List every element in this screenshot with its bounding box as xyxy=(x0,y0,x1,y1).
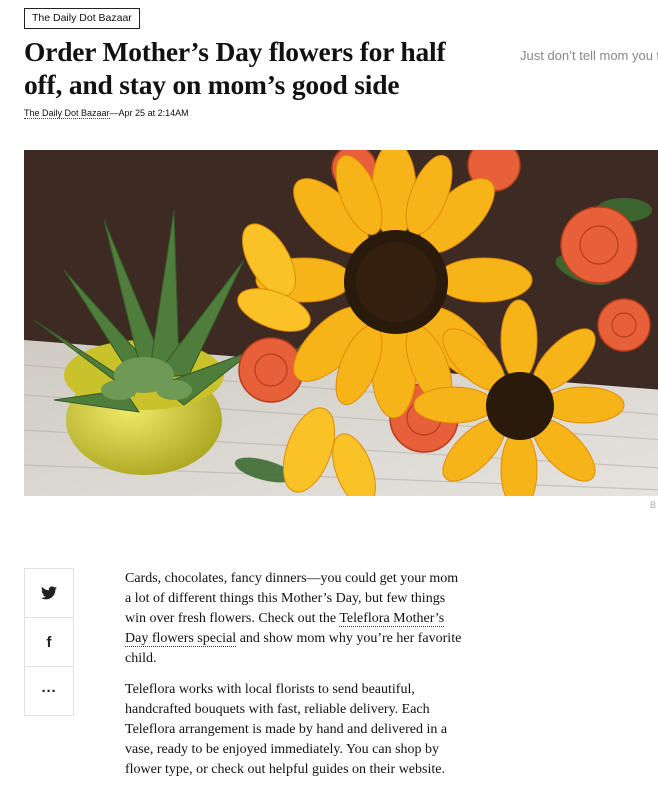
section-tag[interactable]: The Daily Dot Bazaar xyxy=(24,8,140,29)
twitter-share-button[interactable] xyxy=(25,569,73,618)
headline: Order Mother’s Day flowers for half off,… xyxy=(24,36,446,100)
byline-author[interactable]: The Daily Dot Bazaar xyxy=(24,108,110,119)
article-paragraph: Cards, chocolates, fancy dinners—you cou… xyxy=(125,569,465,669)
more-share-button[interactable]: ··· xyxy=(25,667,73,715)
share-bar: f ··· xyxy=(24,568,74,716)
byline-separator: — xyxy=(109,108,119,118)
byline: The Daily Dot Bazaar—Apr 25 at 2:14AM xyxy=(24,108,189,119)
hero-image xyxy=(24,150,658,496)
image-credit: B xyxy=(650,500,657,510)
twitter-icon xyxy=(41,586,57,600)
article-body: Cards, chocolates, fancy dinners—you cou… xyxy=(125,569,465,791)
byline-timestamp: Apr 25 at 2:14AM xyxy=(118,108,189,118)
more-icon: ··· xyxy=(41,682,57,700)
facebook-share-button[interactable]: f xyxy=(25,618,73,667)
dek: Just don’t tell mom you to discount. xyxy=(520,48,658,63)
facebook-icon: f xyxy=(46,633,52,651)
article-paragraph: Teleflora works with local florists to s… xyxy=(125,682,448,777)
